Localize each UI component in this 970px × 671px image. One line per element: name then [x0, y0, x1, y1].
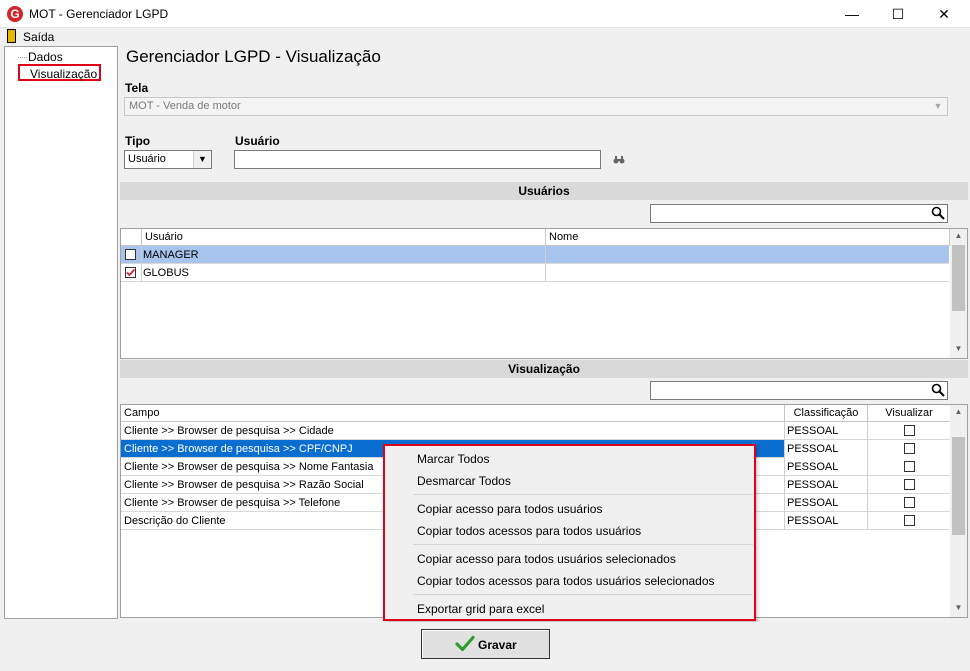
row-usuario: MANAGER [143, 249, 199, 261]
column-divider [867, 458, 868, 476]
grid-header-usuario[interactable]: Usuário [142, 229, 546, 246]
row-usuario: GLOBUS [143, 267, 189, 279]
row-classificacao: PESSOAL [787, 479, 839, 491]
column-divider [784, 512, 785, 530]
column-divider [867, 440, 868, 458]
page-title: Gerenciador LGPD - Visualização [126, 47, 381, 66]
menu-separator [413, 544, 753, 545]
tipo-label: Tipo [125, 134, 151, 148]
maximize-button[interactable]: ☐ [875, 0, 921, 28]
row-checkbox[interactable] [125, 249, 136, 260]
row-campo: Cliente >> Browser de pesquisa >> Razão … [124, 479, 364, 491]
gravar-label: Gravar [478, 638, 517, 652]
visualizar-checkbox[interactable] [904, 515, 915, 526]
app-logo-icon: G [7, 6, 23, 22]
column-divider [141, 264, 142, 282]
scroll-down-icon[interactable]: ▼ [950, 603, 967, 612]
minimize-button[interactable]: — [829, 0, 875, 28]
context-menu: Marcar Todos Desmarcar Todos Copiar aces… [383, 444, 756, 621]
usuario-label: Usuário [235, 134, 280, 148]
row-classificacao: PESSOAL [787, 515, 839, 527]
menu-exit[interactable]: Saída [23, 30, 54, 44]
scroll-up-icon[interactable]: ▲ [950, 231, 967, 240]
column-divider [784, 440, 785, 458]
close-button[interactable]: ✕ [921, 0, 967, 28]
grid-header-visualizar[interactable]: Visualizar [868, 405, 951, 422]
menu-separator [413, 494, 753, 495]
chevron-down-icon[interactable]: ▼ [929, 98, 947, 115]
column-divider [867, 476, 868, 494]
menu-item-copiar-todos-acessos-todos[interactable]: Copiar todos acessos para todos usuários [417, 524, 641, 538]
row-classificacao: PESSOAL [787, 461, 839, 473]
tela-label: Tela [125, 81, 149, 95]
row-classificacao: PESSOAL [787, 425, 839, 437]
column-divider [867, 512, 868, 530]
tree-connector [18, 57, 27, 58]
menu-item-copiar-todos-acessos-selecionados[interactable]: Copiar todos acessos para todos usuários… [417, 574, 715, 588]
visualizacao-scrollbar[interactable]: ▲ ▼ [950, 405, 967, 617]
search-icon[interactable] [931, 383, 945, 397]
scroll-thumb[interactable] [952, 437, 965, 535]
usuarios-scrollbar[interactable]: ▲ ▼ [950, 229, 967, 358]
column-divider [141, 246, 142, 264]
row-classificacao: PESSOAL [787, 443, 839, 455]
row-checkbox[interactable] [125, 267, 136, 278]
visualizacao-search-input[interactable] [650, 381, 948, 400]
column-divider [784, 458, 785, 476]
tree-item-dados[interactable]: Dados [28, 50, 63, 64]
scroll-thumb[interactable] [952, 245, 965, 311]
grid-header-nome[interactable]: Nome [546, 229, 950, 246]
usuarios-section-header: Usuários [120, 182, 968, 200]
binoculars-search-icon[interactable] [613, 155, 625, 168]
column-divider [545, 264, 546, 282]
window-title: MOT - Gerenciador LGPD [29, 7, 169, 21]
column-divider [545, 246, 546, 264]
menu-bar [0, 28, 970, 46]
search-icon[interactable] [931, 206, 945, 220]
exit-door-icon[interactable] [7, 29, 16, 43]
table-row[interactable]: GLOBUS [121, 264, 949, 282]
column-divider [784, 476, 785, 494]
row-campo: Cliente >> Browser de pesquisa >> Telefo… [124, 497, 341, 509]
column-divider [784, 494, 785, 512]
column-divider [867, 422, 868, 440]
tela-combobox[interactable]: MOT - Venda de motor [124, 97, 948, 116]
grid-header-check [121, 229, 142, 246]
column-divider [867, 494, 868, 512]
usuarios-search-input[interactable] [650, 204, 948, 223]
table-row[interactable]: MANAGER [121, 246, 949, 264]
usuarios-grid: Usuário Nome MANAGER GLOBUS ▲ ▼ [120, 228, 968, 359]
row-campo: Cliente >> Browser de pesquisa >> Cidade [124, 425, 334, 437]
scroll-up-icon[interactable]: ▲ [950, 407, 967, 416]
menu-separator [413, 594, 753, 595]
visualizar-checkbox[interactable] [904, 497, 915, 508]
menu-item-copiar-acesso-todos[interactable]: Copiar acesso para todos usuários [417, 502, 602, 516]
visualizar-checkbox[interactable] [904, 443, 915, 454]
grid-header-campo[interactable]: Campo [121, 405, 785, 422]
row-campo: Cliente >> Browser de pesquisa >> CPF/CN… [124, 443, 353, 455]
tree-item-visualizacao[interactable]: Visualização [18, 64, 102, 81]
menu-item-exportar-excel[interactable]: Exportar grid para excel [417, 602, 544, 616]
visualizar-checkbox[interactable] [904, 461, 915, 472]
table-row[interactable]: Cliente >> Browser de pesquisa >> Cidade… [121, 422, 951, 440]
menu-item-marcar-todos[interactable]: Marcar Todos [417, 452, 489, 466]
scroll-down-icon[interactable]: ▼ [950, 344, 967, 353]
grid-header-classificacao[interactable]: Classificação [785, 405, 868, 422]
column-divider [784, 422, 785, 440]
usuario-input[interactable] [234, 150, 601, 169]
navigation-tree [4, 46, 118, 619]
green-check-icon [455, 634, 475, 654]
row-campo: Descrição do Cliente [124, 515, 226, 527]
menu-item-desmarcar-todos[interactable]: Desmarcar Todos [417, 474, 511, 488]
row-classificacao: PESSOAL [787, 497, 839, 509]
menu-item-copiar-acesso-selecionados[interactable]: Copiar acesso para todos usuários seleci… [417, 552, 676, 566]
visualizar-checkbox[interactable] [904, 479, 915, 490]
visualizar-checkbox[interactable] [904, 425, 915, 436]
visualizacao-section-header: Visualização [120, 360, 968, 378]
chevron-down-icon[interactable]: ▼ [193, 151, 211, 168]
row-campo: Cliente >> Browser de pesquisa >> Nome F… [124, 461, 374, 473]
